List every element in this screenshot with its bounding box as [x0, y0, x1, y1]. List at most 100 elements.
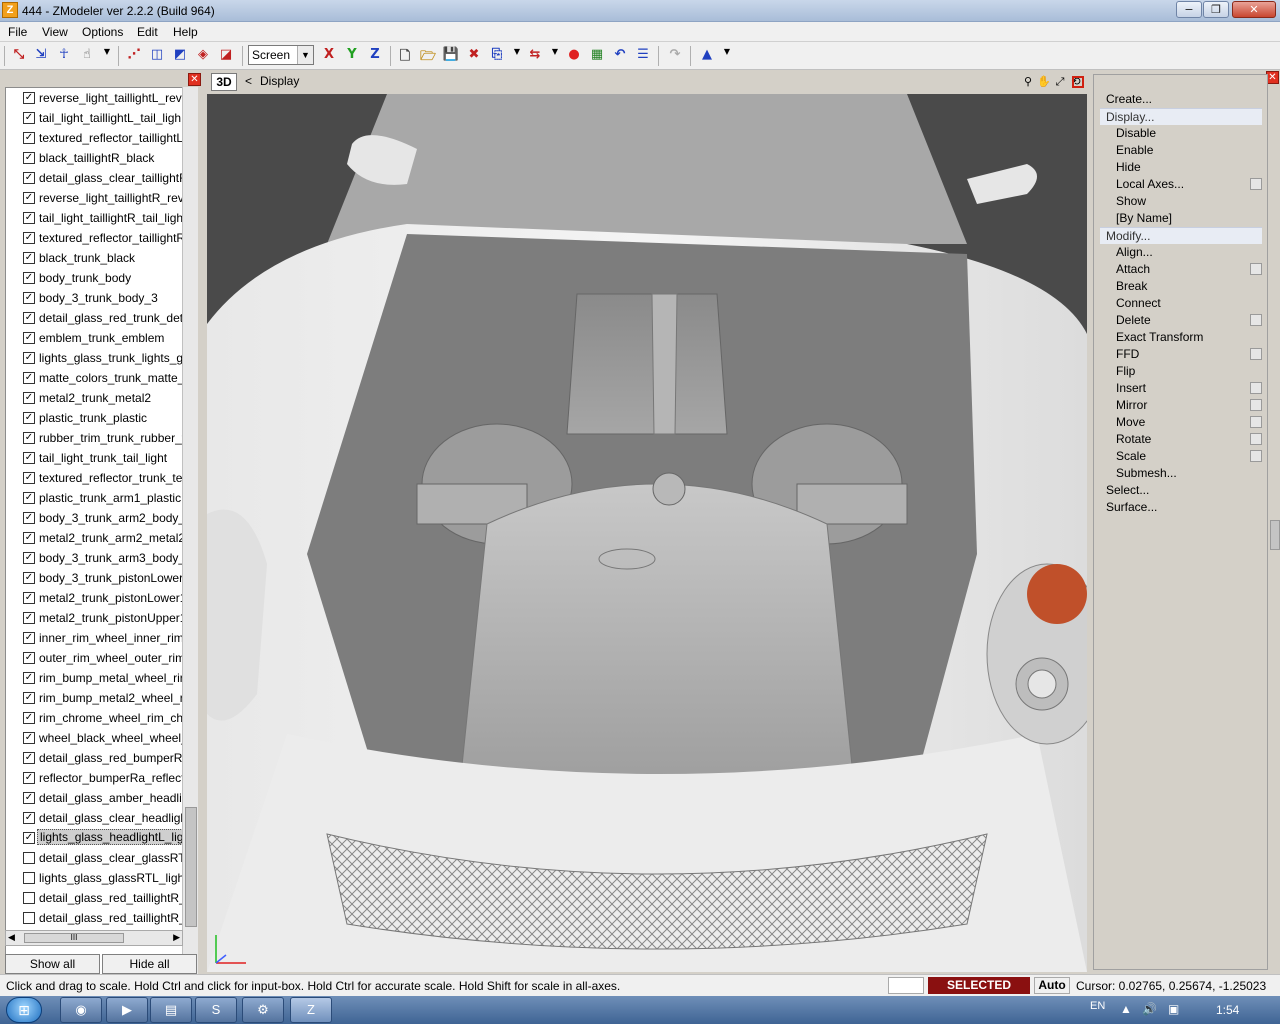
list-item[interactable]: ✓ detail_glass_clear_headlight — [6, 808, 182, 828]
select-hand-icon[interactable]: ☝ — [78, 47, 96, 65]
visibility-checkbox[interactable] — [23, 852, 35, 864]
axis-y-button[interactable]: Y — [343, 47, 361, 65]
list-item[interactable]: ✓ metal2_trunk_arm2_metal2 — [6, 528, 182, 548]
visibility-checkbox[interactable]: ✓ — [23, 572, 35, 584]
visibility-checkbox[interactable]: ✓ — [23, 172, 35, 184]
command-ffd[interactable]: FFD — [1116, 346, 1139, 363]
list-item[interactable]: detail_glass_red_taillightR_c — [6, 908, 182, 928]
list-item[interactable]: ✓ detail_glass_red_bumperRa — [6, 748, 182, 768]
command-show[interactable]: Show — [1116, 193, 1146, 210]
visibility-checkbox[interactable]: ✓ — [23, 452, 35, 464]
language-indicator[interactable]: EN — [1090, 1000, 1105, 1012]
visibility-checkbox[interactable]: ✓ — [23, 712, 35, 724]
network-icon[interactable]: ▣ — [1168, 1002, 1179, 1016]
command-flip[interactable]: Flip — [1116, 363, 1135, 380]
panel-close-icon[interactable]: ✕ — [188, 73, 201, 86]
properties-icon[interactable]: ☰ — [634, 47, 652, 65]
list-item[interactable]: ✓ tail_light_taillightR_tail_ligh — [6, 208, 182, 228]
visibility-checkbox[interactable]: ✓ — [23, 252, 35, 264]
dropdown-arrow-icon[interactable]: ▼ — [508, 47, 526, 65]
list-item[interactable]: ✓ black_taillightR_black — [6, 148, 182, 168]
visibility-checkbox[interactable]: ✓ — [23, 492, 35, 504]
import-icon[interactable]: ⎘ — [488, 47, 506, 65]
scroll-left-icon[interactable]: ◀ — [8, 932, 15, 943]
list-item[interactable]: ✓ textured_reflector_taillightR — [6, 228, 182, 248]
select-vertex-icon[interactable]: ⇲ — [32, 47, 50, 65]
list-item[interactable]: ✓ tail_light_trunk_tail_light — [6, 448, 182, 468]
visibility-checkbox[interactable]: ✓ — [23, 652, 35, 664]
auto-badge[interactable]: Auto — [1034, 977, 1070, 994]
visibility-checkbox[interactable]: ✓ — [23, 552, 35, 564]
new-file-icon[interactable]: 🗋 — [396, 47, 414, 65]
show-all-button[interactable]: Show all — [5, 954, 100, 974]
chevron-down-icon[interactable]: ▼ — [297, 46, 313, 64]
command-options-icon[interactable] — [1250, 263, 1262, 275]
tab-3d[interactable]: 3D — [211, 73, 237, 91]
visibility-checkbox[interactable]: ✓ — [23, 532, 35, 544]
menu-view[interactable]: View — [42, 25, 68, 39]
list-item[interactable]: ✓ detail_glass_red_trunk_deta — [6, 308, 182, 328]
delete-icon[interactable]: ✖ — [465, 47, 483, 65]
list-item[interactable]: ✓ detail_glass_clear_taillightR — [6, 168, 182, 188]
list-item[interactable]: ✓ black_trunk_black — [6, 248, 182, 268]
list-item[interactable]: ✓ rubber_trim_trunk_rubber_t — [6, 428, 182, 448]
command-mirror[interactable]: Mirror — [1116, 397, 1147, 414]
minimize-button[interactable]: − — [1176, 1, 1202, 18]
list-item[interactable]: ✓ plastic_trunk_plastic — [6, 408, 182, 428]
visibility-checkbox[interactable]: ✓ — [23, 292, 35, 304]
visibility-checkbox[interactable]: ✓ — [23, 772, 35, 784]
vscroll-thumb[interactable] — [185, 807, 197, 927]
visibility-checkbox[interactable]: ✓ — [23, 212, 35, 224]
redo-icon[interactable]: ↷ — [666, 47, 684, 65]
list-item[interactable]: ✓ body_3_trunk_arm2_body_3 — [6, 508, 182, 528]
list-item[interactable]: ✓ tail_light_taillightL_tail_ligh — [6, 108, 182, 128]
list-item[interactable]: ✓ lights_glass_trunk_lights_gl — [6, 348, 182, 368]
command-exact-transform[interactable]: Exact Transform — [1116, 329, 1203, 346]
visibility-checkbox[interactable]: ✓ — [23, 152, 35, 164]
visibility-checkbox[interactable]: ✓ — [23, 832, 35, 844]
selected-mode-badge[interactable]: SELECTED MODE — [928, 977, 1030, 1009]
visibility-checkbox[interactable]: ✓ — [23, 192, 35, 204]
visibility-checkbox[interactable]: ✓ — [23, 672, 35, 684]
command-options-icon[interactable] — [1250, 450, 1262, 462]
media-player-icon[interactable]: ▶ — [106, 997, 148, 1023]
pan-hand-icon[interactable]: ✋ — [1037, 75, 1051, 89]
list-item[interactable]: ✓ body_3_trunk_arm3_body_3 — [6, 548, 182, 568]
command-local-axes[interactable]: Local Axes... — [1116, 176, 1184, 193]
object-list-vscroll[interactable] — [182, 87, 198, 1001]
list-item[interactable]: ✓ outer_rim_wheel_outer_rim — [6, 648, 182, 668]
visibility-checkbox[interactable]: ✓ — [23, 512, 35, 524]
vertex-mode-icon[interactable]: ⋰ — [125, 47, 143, 65]
command-connect[interactable]: Connect — [1116, 295, 1161, 312]
command-modify[interactable]: Modify... — [1100, 227, 1262, 244]
list-item[interactable]: ✓ rim_chrome_wheel_rim_chr — [6, 708, 182, 728]
dropdown-arrow-icon[interactable]: ▼ — [546, 47, 564, 65]
visibility-checkbox[interactable]: ✓ — [23, 632, 35, 644]
list-item[interactable]: ✓ emblem_trunk_emblem — [6, 328, 182, 348]
command-select[interactable]: Select... — [1106, 482, 1149, 499]
visibility-checkbox[interactable]: ✓ — [23, 352, 35, 364]
visibility-checkbox[interactable]: ✓ — [23, 752, 35, 764]
command-options-icon[interactable] — [1250, 314, 1262, 326]
menu-file[interactable]: File — [8, 25, 27, 39]
command-delete[interactable]: Delete — [1116, 312, 1151, 329]
skype-icon[interactable]: S — [195, 997, 237, 1023]
list-item[interactable]: ✓ metal2_trunk_pistonLower1 — [6, 588, 182, 608]
list-item[interactable]: ✓ textured_reflector_taillightL — [6, 128, 182, 148]
visibility-checkbox[interactable] — [23, 912, 35, 924]
command-options-icon[interactable] — [1250, 416, 1262, 428]
command-options-icon[interactable] — [1250, 348, 1262, 360]
list-item[interactable]: ✓ metal2_trunk_pistonUpper1 — [6, 608, 182, 628]
command-options-icon[interactable] — [1250, 433, 1262, 445]
explorer-icon[interactable]: ▤ — [150, 997, 192, 1023]
visibility-checkbox[interactable]: ✓ — [23, 812, 35, 824]
start-button[interactable]: ⊞ — [6, 997, 42, 1023]
list-item[interactable]: ✓ rim_bump_metal2_wheel_ri — [6, 688, 182, 708]
axis-x-button[interactable]: X — [320, 47, 338, 65]
command-enable[interactable]: Enable — [1116, 142, 1153, 159]
visibility-checkbox[interactable] — [23, 892, 35, 904]
list-item[interactable]: ✓ inner_rim_wheel_inner_rim — [6, 628, 182, 648]
command-align[interactable]: Align... — [1116, 244, 1153, 261]
visibility-checkbox[interactable]: ✓ — [23, 112, 35, 124]
compass-icon[interactable]: ▲ — [698, 47, 716, 65]
